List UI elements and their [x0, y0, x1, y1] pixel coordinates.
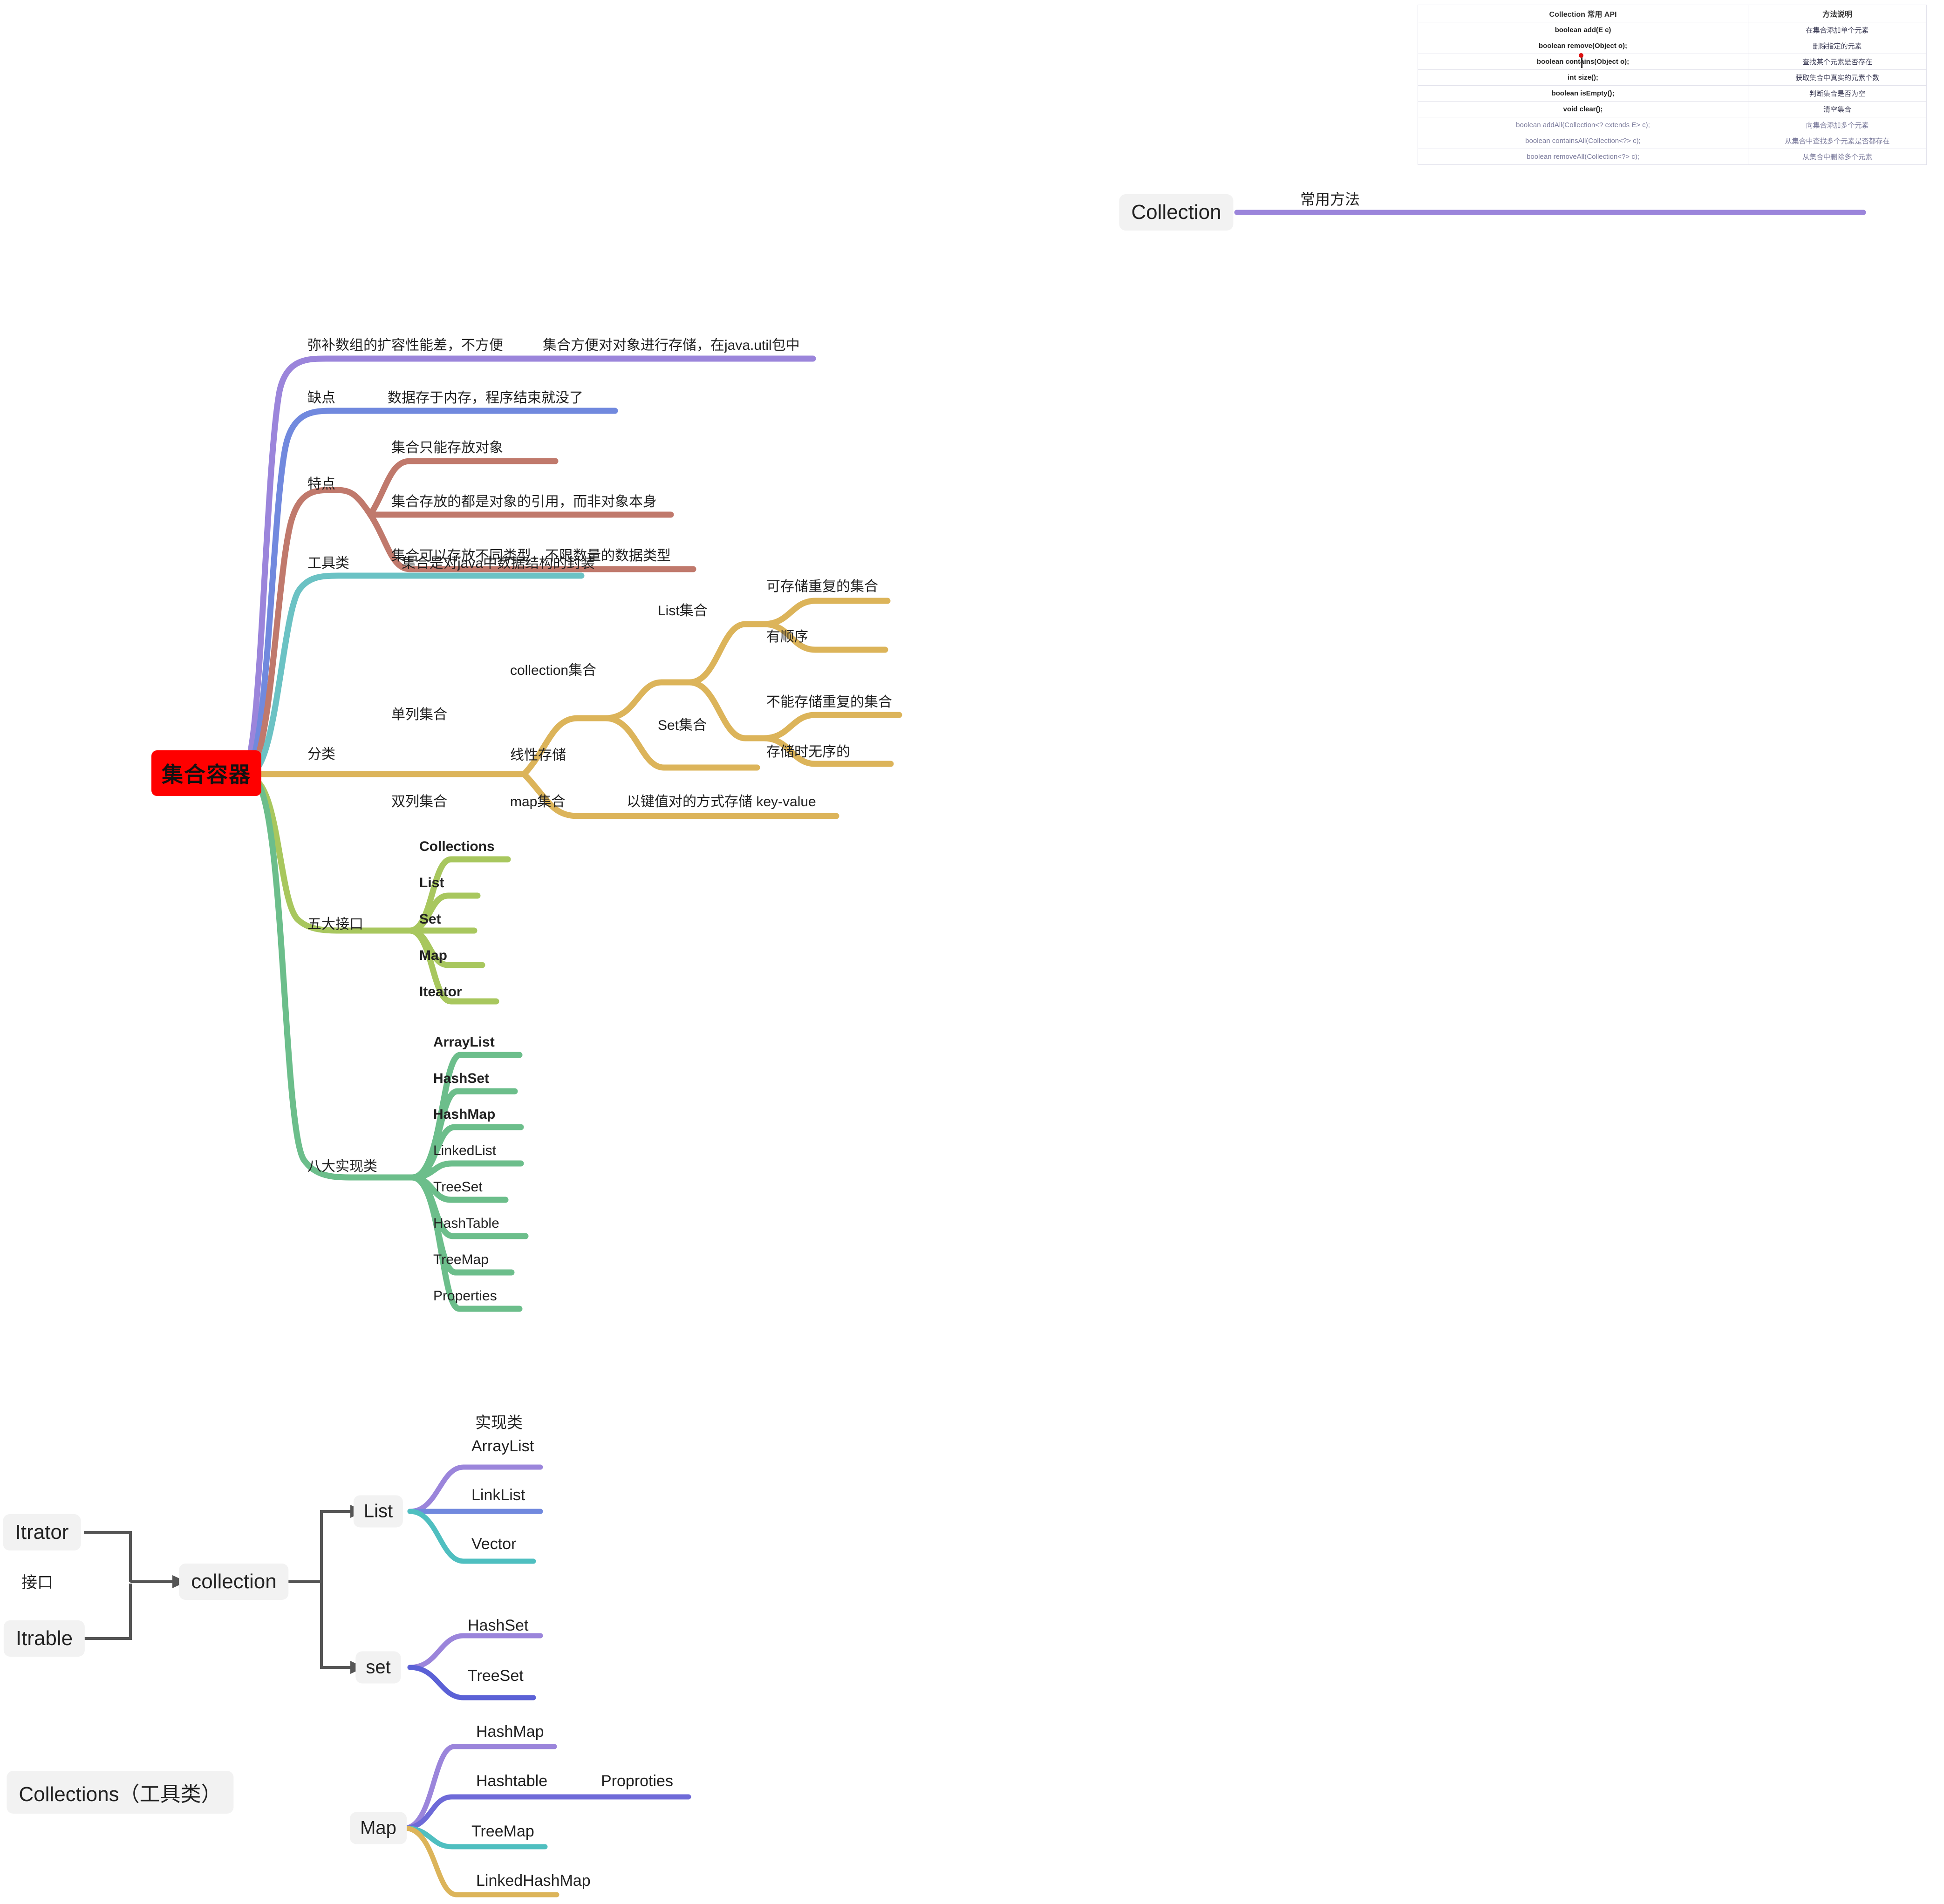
- flow-label-interface: 接口: [21, 1574, 53, 1591]
- api-table-header-desc: 方法说明: [1748, 5, 1927, 22]
- leaf-references: 集合存放的都是对象的引用，而非对象本身: [391, 494, 657, 510]
- leaf-key-value: 以键值对的方式存储 key-value: [627, 794, 816, 809]
- flow-leaf-linklist: LinkList: [471, 1486, 525, 1504]
- collections-tool-node[interactable]: Collections（工具类）: [7, 1771, 234, 1814]
- flow-leaf-arraylist: ArrayList: [471, 1437, 534, 1455]
- mindmap-root-node[interactable]: 集合容器: [151, 750, 261, 796]
- api-table-row: boolean isEmpty(); 判断集合是否为空: [1418, 85, 1927, 102]
- api-method-cell: boolean containsAll(Collection<?> c);: [1418, 133, 1748, 149]
- leaf-duplicates-allowed: 可存储重复的集合: [766, 579, 878, 594]
- api-table-row: boolean containsAll(Collection<?> c); 从集合…: [1418, 133, 1927, 149]
- api-method-cell: boolean remove(Object o);: [1418, 38, 1748, 54]
- leaf-map-set: map集合: [510, 794, 566, 809]
- api-desc-cell: 删除指定的元素: [1748, 38, 1927, 54]
- flow-node-itrator[interactable]: Itrator: [3, 1514, 81, 1550]
- leaf-array-expand: 弥补数组的扩容性能差，不方便: [307, 338, 503, 353]
- leaf-interface-map: Map: [419, 948, 447, 963]
- api-table-row: boolean remove(Object o); 删除指定的元素: [1418, 38, 1927, 54]
- api-method-cell: boolean removeAll(Collection<?> c);: [1418, 149, 1748, 165]
- api-desc-cell: 从集合中查找多个元素是否都存在: [1748, 133, 1927, 149]
- connector-lines: [84, 210, 1866, 1897]
- leaf-impl-properties: Properties: [433, 1288, 497, 1304]
- leaf-memory-only: 数据存于内存，程序结束就没了: [388, 390, 583, 406]
- branch-label-classification: 分类: [307, 747, 335, 762]
- branch-label-features: 特点: [307, 476, 335, 492]
- leaf-objects-only: 集合只能存放对象: [391, 440, 503, 456]
- map-leaf-hashmap: HashMap: [476, 1723, 544, 1741]
- leaf-double-column: 双列集合: [391, 794, 447, 809]
- flow-label-impl-class: 实现类: [475, 1414, 523, 1432]
- flow-node-itrable[interactable]: Itrable: [3, 1620, 85, 1657]
- api-table-row: int size(); 获取集合中真实的元素个数: [1418, 69, 1927, 86]
- leaf-impl-treeset: TreeSet: [433, 1179, 483, 1195]
- leaf-interface-set: Set: [419, 911, 441, 927]
- leaf-single-column: 单列集合: [391, 707, 447, 722]
- api-table-row: boolean addAll(Collection<? extends E> c…: [1418, 117, 1927, 133]
- leaf-no-duplicates: 不能存储重复的集合: [766, 694, 892, 710]
- leaf-interface-iteator: Iteator: [419, 984, 462, 1000]
- branch-label-five-interfaces: 五大接口: [307, 917, 363, 932]
- api-desc-cell: 获取集合中真实的元素个数: [1748, 69, 1927, 86]
- api-method-cell: int size();: [1418, 69, 1748, 86]
- api-table-row: boolean add(E e) 在集合添加单个元素: [1418, 22, 1927, 38]
- leaf-impl-hashmap: HashMap: [433, 1107, 496, 1122]
- api-method-cell: void clear();: [1418, 101, 1748, 117]
- mindmap-canvas: Collection 常用方法 Collection 常用 API 方法说明 b…: [0, 0, 1944, 1904]
- api-table-row: boolean removeAll(Collection<?> c); 从集合中删…: [1418, 149, 1927, 165]
- flow-node-list[interactable]: List: [353, 1495, 403, 1528]
- branch-label-disadvantage: 缺点: [307, 390, 335, 406]
- leaf-java-util: 集合方便对对象进行存储，在java.util包中: [543, 338, 800, 353]
- leaf-impl-linkedlist: LinkedList: [433, 1143, 497, 1158]
- leaf-interface-list: List: [419, 875, 444, 891]
- leaf-set-set: Set集合: [658, 718, 707, 733]
- branch-label-utility: 工具类: [307, 556, 349, 571]
- api-desc-cell: 查找某个元素是否存在: [1748, 54, 1927, 70]
- api-table-row: void clear(); 清空集合: [1418, 101, 1927, 117]
- leaf-collection-set: collection集合: [510, 663, 597, 678]
- api-desc-cell: 在集合添加单个元素: [1748, 22, 1927, 38]
- api-desc-cell: 从集合中删除多个元素: [1748, 149, 1927, 165]
- api-desc-cell: 判断集合是否为空: [1748, 85, 1927, 102]
- collection-link-label: 常用方法: [1300, 191, 1360, 208]
- collection-api-table: Collection 常用 API 方法说明 boolean add(E e) 在…: [1418, 5, 1927, 165]
- flow-node-set[interactable]: set: [355, 1651, 401, 1684]
- leaf-linear-storage: 线性存储: [510, 748, 566, 763]
- flow-node-collection[interactable]: collection: [179, 1564, 289, 1600]
- flow-leaf-treeset: TreeSet: [468, 1667, 524, 1685]
- leaf-datastructure-wrap: 集合是对java中数据结构的封装: [402, 556, 595, 571]
- api-desc-cell: 清空集合: [1748, 101, 1927, 117]
- branch-label-eight-impl: 八大实现类: [307, 1159, 377, 1174]
- leaf-unordered: 存储时无序的: [766, 744, 850, 760]
- map-leaf-treemap: TreeMap: [471, 1822, 534, 1840]
- flow-leaf-hashset: HashSet: [468, 1617, 529, 1634]
- collection-node[interactable]: Collection: [1119, 194, 1234, 231]
- api-method-cell: boolean addAll(Collection<? extends E> c…: [1418, 117, 1748, 133]
- api-table-header-row: Collection 常用 API 方法说明: [1418, 5, 1927, 22]
- leaf-list-set: List集合: [658, 603, 708, 619]
- api-table-header-method: Collection 常用 API: [1418, 5, 1748, 22]
- map-leaf-proproties: Proproties: [601, 1772, 673, 1790]
- leaf-impl-treemap: TreeMap: [433, 1252, 489, 1267]
- leaf-interface-collections: Collections: [419, 839, 495, 854]
- leaf-impl-hashset: HashSet: [433, 1071, 490, 1086]
- api-method-cell: boolean isEmpty();: [1418, 85, 1748, 102]
- leaf-impl-hashtable: HashTable: [433, 1216, 499, 1231]
- text-cursor-icon: [1579, 53, 1585, 68]
- map-node[interactable]: Map: [350, 1812, 407, 1844]
- map-leaf-hashtable: Hashtable: [476, 1772, 548, 1790]
- flow-leaf-vector: Vector: [471, 1535, 517, 1553]
- api-desc-cell: 向集合添加多个元素: [1748, 117, 1927, 133]
- leaf-ordered: 有顺序: [766, 629, 808, 645]
- api-method-cell: boolean add(E e): [1418, 22, 1748, 38]
- leaf-impl-arraylist: ArrayList: [433, 1034, 495, 1050]
- map-leaf-linkedhashmap: LinkedHashMap: [476, 1872, 591, 1890]
- api-table-row: boolean contains(Object o); 查找某个元素是否存在: [1418, 54, 1927, 70]
